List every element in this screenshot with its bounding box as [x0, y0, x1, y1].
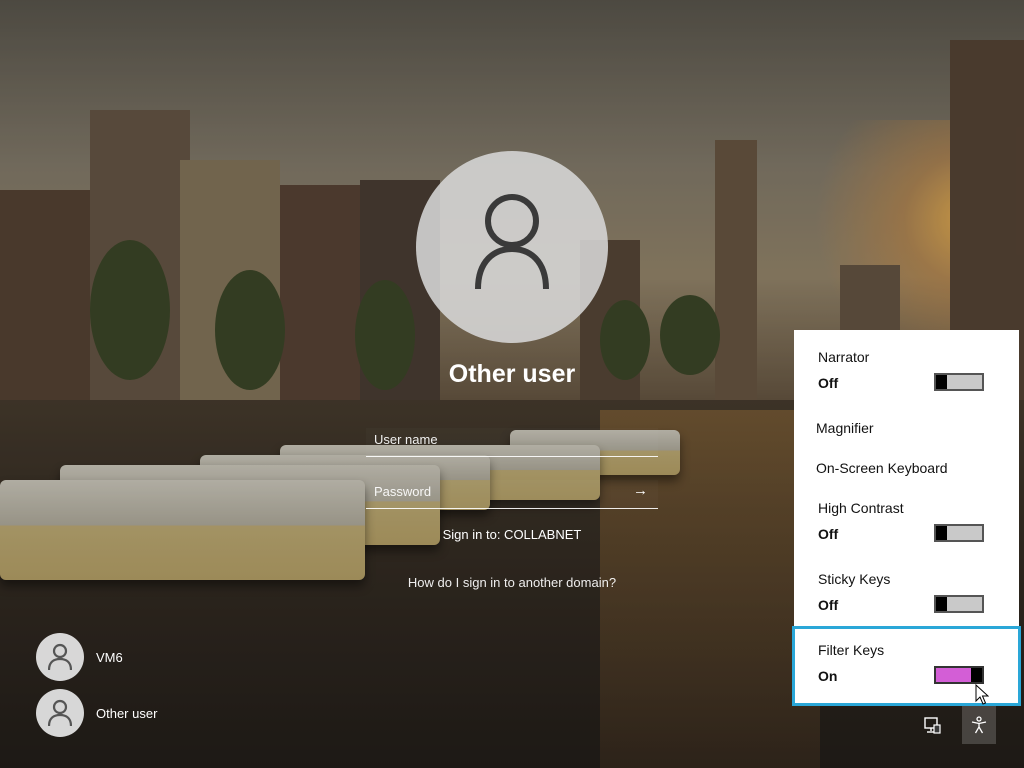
- password-field[interactable]: Password →: [366, 480, 658, 509]
- high-contrast-state: Off: [818, 526, 839, 542]
- user-tile-name: VM6: [96, 649, 123, 665]
- avatar: [36, 633, 84, 681]
- ease-of-access-panel: Narrator Off Magnifier On-Screen Keyboar…: [792, 330, 1021, 706]
- high-contrast-item[interactable]: High Contrast Off: [794, 490, 1019, 560]
- network-button[interactable]: [915, 706, 949, 744]
- other-domain-link[interactable]: How do I sign in to another domain?: [366, 575, 658, 590]
- person-icon: [48, 699, 72, 727]
- high-contrast-toggle[interactable]: [934, 524, 984, 542]
- selected-user-name: Other user: [448, 360, 576, 388]
- magnifier-label: Magnifier: [816, 420, 874, 436]
- narrator-item[interactable]: Narrator Off: [794, 330, 1019, 400]
- password-placeholder: Password: [374, 484, 432, 499]
- narrator-label: Narrator: [818, 349, 870, 365]
- user-avatar-large: [416, 151, 608, 343]
- magnifier-item[interactable]: Magnifier: [794, 410, 1019, 446]
- sticky-keys-state: Off: [818, 597, 839, 613]
- user-tile-name: Other user: [96, 705, 158, 721]
- sticky-keys-item[interactable]: Sticky Keys Off: [794, 561, 1019, 631]
- user-tile-vm6[interactable]: VM6: [36, 633, 123, 681]
- narrator-toggle[interactable]: [934, 373, 984, 391]
- submit-arrow-button[interactable]: →: [633, 482, 648, 499]
- ease-of-access-icon: [971, 716, 987, 734]
- person-icon: [48, 643, 72, 671]
- avatar: [36, 689, 84, 737]
- sign-in-domain-text: Sign in to: COLLABNET: [442, 527, 582, 542]
- mouse-cursor-icon: [975, 684, 989, 705]
- username-placeholder: User name: [374, 432, 438, 447]
- on-screen-keyboard-label: On-Screen Keyboard: [816, 460, 948, 476]
- username-field[interactable]: User name: [366, 428, 658, 457]
- network-icon: [924, 717, 941, 734]
- sticky-keys-toggle[interactable]: [934, 595, 984, 613]
- high-contrast-label: High Contrast: [818, 500, 904, 516]
- user-tile-other-user[interactable]: Other user: [36, 689, 157, 737]
- sticky-keys-label: Sticky Keys: [818, 571, 891, 587]
- person-icon: [475, 194, 549, 290]
- ease-of-access-button[interactable]: [962, 706, 996, 744]
- on-screen-keyboard-item[interactable]: On-Screen Keyboard: [794, 450, 1019, 486]
- narrator-state: Off: [818, 375, 839, 391]
